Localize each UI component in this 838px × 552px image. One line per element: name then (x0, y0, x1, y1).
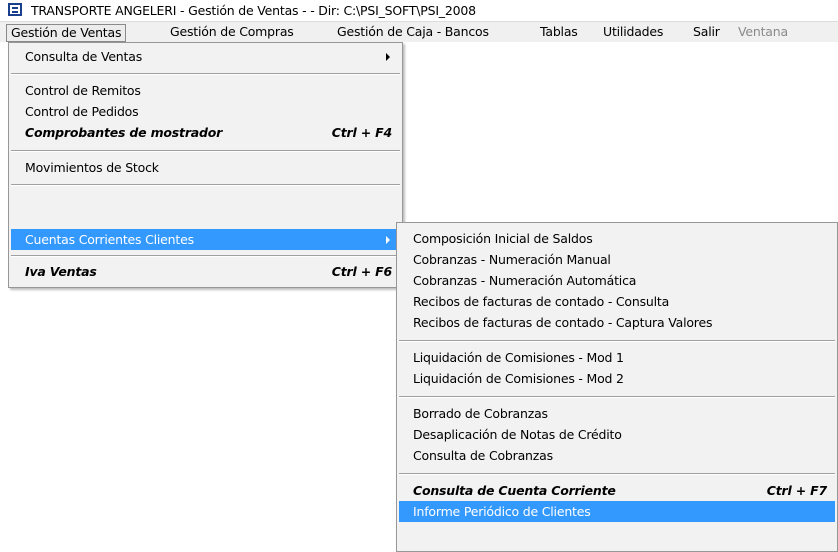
menu-item-label: Cobranzas - Numeración Manual (413, 252, 611, 267)
menu-item-composicion-saldos[interactable]: Composición Inicial de Saldos (399, 228, 835, 249)
title-bar: TRANSPORTE ANGELERI - Gestión de Ventas … (0, 0, 838, 21)
menu-separator (11, 255, 400, 257)
menu-item-movimientos-stock[interactable]: Movimientos de Stock (11, 157, 400, 178)
menu-ventana[interactable]: Ventana (734, 24, 792, 42)
menu-gestion-compras[interactable]: Gestión de Compras (166, 24, 298, 42)
menu-salir[interactable]: Salir (689, 24, 724, 42)
submenu-arrow-icon (386, 53, 390, 61)
menu-separator (11, 73, 400, 75)
menu-item-control-pedidos[interactable]: Control de Pedidos (11, 101, 400, 122)
menu-separator (11, 184, 400, 186)
menu-item-label: Control de Remitos (25, 83, 141, 98)
menu-item-recibos-captura[interactable]: Recibos de facturas de contado - Captura… (399, 312, 835, 333)
menu-separator (399, 396, 835, 398)
menu-tablas[interactable]: Tablas (536, 24, 582, 42)
menu-item-label: Consulta de Cuenta Corriente (413, 483, 616, 498)
menu-item-informe-periodico[interactable]: Informe Periódico de Clientes (399, 501, 835, 522)
menu-item-cobranzas-automatica[interactable]: Cobranzas - Numeración Automática (399, 270, 835, 291)
window-title: TRANSPORTE ANGELERI - Gestión de Ventas … (31, 3, 476, 18)
menu-item-consulta-cuenta-corriente[interactable]: Consulta de Cuenta Corriente Ctrl + F7 (399, 480, 835, 501)
menu-item-consulta-cobranzas[interactable]: Consulta de Cobranzas (399, 445, 835, 466)
app-icon (8, 3, 22, 16)
menu-utilidades[interactable]: Utilidades (599, 24, 667, 42)
menu-item-cuentas-corrientes-clientes[interactable]: Cuentas Corrientes Clientes (11, 229, 400, 250)
shortcut-label: Ctrl + F6 (331, 264, 392, 279)
menu-item-label: Comprobantes de mostrador (25, 125, 223, 140)
ctacte-submenu: Composición Inicial de Saldos Cobranzas … (396, 222, 838, 552)
shortcut-label: Ctrl + F7 (766, 483, 827, 498)
menu-item-label: Informe Periódico de Clientes (413, 504, 591, 519)
menu-item-recibos-consulta[interactable]: Recibos de facturas de contado - Consult… (399, 291, 835, 312)
menu-item-label: Composición Inicial de Saldos (413, 231, 593, 246)
menu-item-label: Liquidación de Comisiones - Mod 1 (413, 350, 624, 365)
menu-item-label: Borrado de Cobranzas (413, 406, 548, 421)
menu-item-borrado-cobranzas[interactable]: Borrado de Cobranzas (399, 403, 835, 424)
menu-item-comisiones-mod2[interactable]: Liquidación de Comisiones - Mod 2 (399, 368, 835, 389)
menu-item-cobranzas-manual[interactable]: Cobranzas - Numeración Manual (399, 249, 835, 270)
menu-item-label: Iva Ventas (25, 264, 97, 279)
menu-separator (11, 150, 400, 152)
menu-separator (399, 473, 835, 475)
menu-item-label: Consulta de Cobranzas (413, 448, 553, 463)
menu-gestion-ventas[interactable]: Gestión de Ventas (6, 24, 127, 42)
menu-item-label: Cuentas Corrientes Clientes (25, 232, 194, 247)
shortcut-label: Ctrl + F4 (331, 125, 392, 140)
menu-item-consulta-ventas[interactable]: Consulta de Ventas (11, 46, 400, 67)
menu-item-comisiones-mod1[interactable]: Liquidación de Comisiones - Mod 1 (399, 347, 835, 368)
ventas-dropdown-menu: Consulta de Ventas Control de Remitos Co… (8, 42, 403, 288)
menu-item-label: Movimientos de Stock (25, 160, 159, 175)
menu-item-label: Recibos de facturas de contado - Consult… (413, 294, 670, 309)
menu-item-label: Control de Pedidos (25, 104, 139, 119)
menu-separator (399, 340, 835, 342)
submenu-arrow-icon (386, 236, 390, 244)
menu-item-label: Consulta de Ventas (25, 49, 143, 64)
menu-item-comprobantes-mostrador[interactable]: Comprobantes de mostrador Ctrl + F4 (11, 122, 400, 143)
menu-item-label: Recibos de facturas de contado - Captura… (413, 315, 713, 330)
menu-item-desaplicacion-notas[interactable]: Desaplicación de Notas de Crédito (399, 424, 835, 445)
menu-item-control-remitos[interactable]: Control de Remitos (11, 80, 400, 101)
menu-bar: Gestión de Ventas Gestión de Compras Ges… (0, 21, 838, 42)
menu-gestion-caja-bancos[interactable]: Gestión de Caja - Bancos (333, 24, 493, 42)
menu-item-label: Cobranzas - Numeración Automática (413, 273, 637, 288)
menu-item-iva-ventas[interactable]: Iva Ventas Ctrl + F6 (11, 261, 400, 282)
menu-item-label: Desaplicación de Notas de Crédito (413, 427, 622, 442)
menu-item-label: Liquidación de Comisiones - Mod 2 (413, 371, 624, 386)
